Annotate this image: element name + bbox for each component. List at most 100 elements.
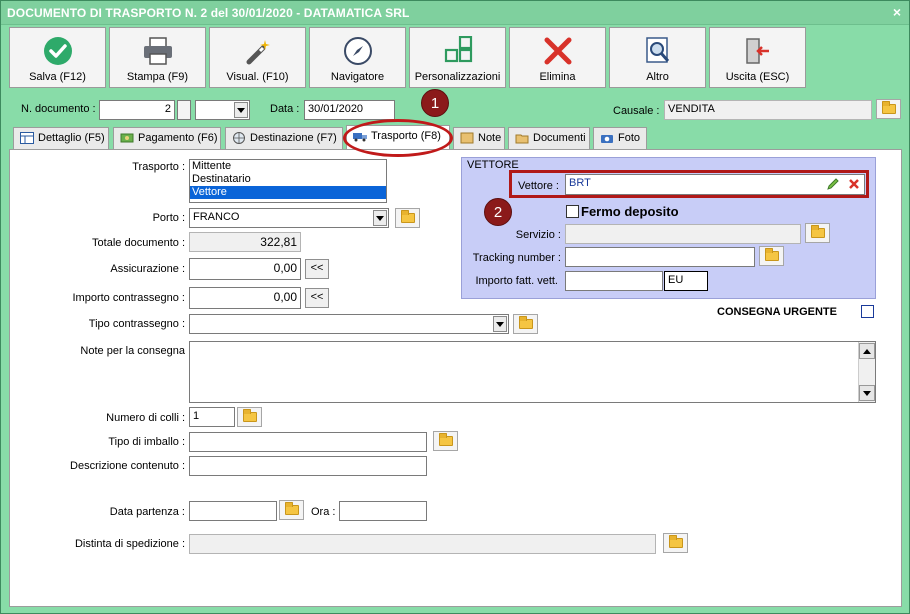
ndoc-series-select[interactable] xyxy=(195,100,250,120)
partenza-calendar-button[interactable] xyxy=(279,500,304,520)
consegna-urgente-checkbox[interactable] xyxy=(861,305,874,318)
ndoc-suffix-field[interactable] xyxy=(177,100,191,120)
imballo-field[interactable] xyxy=(189,432,427,452)
causale-browse-button[interactable] xyxy=(876,99,901,119)
grid-squares-icon xyxy=(444,36,472,63)
printer-icon xyxy=(143,37,172,65)
fermo-deposito-checkbox[interactable] xyxy=(566,205,579,218)
customize-button[interactable]: Personalizzazioni xyxy=(409,27,506,88)
contrassegno-back-button[interactable]: << xyxy=(305,288,329,308)
currency-field[interactable]: EU xyxy=(664,271,708,291)
scroll-up-icon[interactable] xyxy=(859,343,875,359)
check-circle-icon xyxy=(43,37,72,65)
servizio-field[interactable] xyxy=(565,224,801,244)
tab-destinazione-label: Destinazione (F7) xyxy=(250,132,337,144)
folder-icon xyxy=(242,409,257,422)
delete-label: Elimina xyxy=(539,71,576,83)
tracking-browse-button[interactable] xyxy=(759,246,784,266)
tab-note-label: Note xyxy=(478,132,502,144)
trasporto-listbox[interactable]: Mittente Destinatario Vettore xyxy=(189,159,387,203)
list-item-selected[interactable]: Vettore xyxy=(190,186,386,199)
fermo-deposito-label: Fermo deposito xyxy=(581,204,679,219)
annotation-badge-1: 1 xyxy=(421,89,449,117)
partenza-label: Data partenza : xyxy=(109,506,185,518)
globe-icon xyxy=(233,132,245,144)
servizio-browse-button[interactable] xyxy=(805,223,830,243)
delete-button[interactable]: Elimina xyxy=(509,27,606,88)
note-icon xyxy=(460,132,474,144)
partenza-field[interactable] xyxy=(189,501,277,521)
note-label: Note per la consegna xyxy=(80,345,185,357)
app-window: DOCUMENTO DI TRASPORTO N. 2 del 30/01/20… xyxy=(0,0,910,614)
totale-label: Totale documento : xyxy=(92,237,185,249)
imballo-label: Tipo di imballo : xyxy=(108,436,185,448)
tipo-contrassegno-select[interactable] xyxy=(189,314,509,334)
distinta-browse-button[interactable] xyxy=(663,533,688,553)
save-label: Salva (F12) xyxy=(29,71,86,83)
tab-destinazione[interactable]: Destinazione (F7) xyxy=(225,127,343,149)
date-field[interactable]: 30/01/2020 xyxy=(304,100,395,120)
annotation-badge-2: 2 xyxy=(484,198,512,226)
more-button[interactable]: Altro xyxy=(609,27,706,88)
distinta-label: Distinta di spedizione : xyxy=(74,538,185,550)
assicurazione-label: Assicurazione : xyxy=(110,263,185,275)
folder-icon xyxy=(284,502,299,515)
tipo-contrassegno-browse-button[interactable] xyxy=(513,314,538,334)
folder-icon xyxy=(518,316,533,329)
tab-note[interactable]: Note xyxy=(453,127,505,149)
tab-foto[interactable]: Foto xyxy=(593,127,647,149)
exit-button[interactable]: Uscita (ESC) xyxy=(709,27,806,88)
ndoc-label: N. documento : xyxy=(21,103,96,115)
importo-fatt-field[interactable] xyxy=(565,271,663,291)
distinta-field[interactable] xyxy=(189,534,656,554)
folder-icon xyxy=(764,248,779,261)
servizio-label: Servizio : xyxy=(515,229,561,241)
imballo-browse-button[interactable] xyxy=(433,431,458,451)
tab-dettaglio[interactable]: Dettaglio (F5) xyxy=(13,127,109,149)
note-scrollbar[interactable] xyxy=(858,342,875,402)
list-item[interactable]: Destinatario xyxy=(190,173,386,186)
more-label: Altro xyxy=(646,71,669,83)
tab-pagamento-label: Pagamento (F6) xyxy=(138,132,218,144)
trasporto-label: Trasporto : xyxy=(132,161,185,173)
navigator-button[interactable]: Navigatore xyxy=(309,27,406,88)
assicurazione-back-button[interactable]: << xyxy=(305,259,329,279)
list-item[interactable]: Mittente xyxy=(190,160,386,173)
colli-browse-button[interactable] xyxy=(237,407,262,427)
tab-pagamento[interactable]: Pagamento (F6) xyxy=(113,127,221,149)
causale-label: Causale : xyxy=(613,105,660,117)
porto-select[interactable]: FRANCO xyxy=(189,208,389,228)
folder-icon xyxy=(400,210,415,223)
contrassegno-field[interactable]: 0,00 xyxy=(189,287,301,309)
annotation-box xyxy=(509,170,869,198)
note-textarea[interactable] xyxy=(189,341,876,403)
tracking-field[interactable] xyxy=(565,247,755,267)
print-button[interactable]: Stampa (F9) xyxy=(109,27,206,88)
assicurazione-field[interactable]: 0,00 xyxy=(189,258,301,280)
red-x-icon xyxy=(544,37,571,65)
close-icon[interactable]: × xyxy=(893,4,901,20)
scroll-down-icon[interactable] xyxy=(859,385,875,401)
contrassegno-label: Importo contrassegno : xyxy=(72,292,185,304)
folder-icon xyxy=(810,225,825,238)
totale-field: 322,81 xyxy=(189,232,301,252)
tab-foto-label: Foto xyxy=(618,132,641,144)
porto-browse-button[interactable] xyxy=(395,208,420,228)
folder-icon xyxy=(668,535,683,548)
colli-field[interactable]: 1 xyxy=(189,407,235,427)
preview-button[interactable]: Visual. (F10) xyxy=(209,27,306,88)
folder-icon xyxy=(438,433,453,446)
ora-label: Ora : xyxy=(311,506,336,518)
causale-field[interactable]: VENDITA xyxy=(664,100,872,120)
exit-door-icon xyxy=(745,38,769,64)
print-label: Stampa (F9) xyxy=(126,71,189,83)
ndoc-field[interactable]: 2 xyxy=(99,100,175,120)
tipo-contrassegno-label: Tipo contrassegno : xyxy=(88,318,185,330)
save-button[interactable]: Salva (F12) xyxy=(9,27,106,88)
tab-documenti[interactable]: Documenti xyxy=(508,127,590,149)
ora-field[interactable] xyxy=(339,501,427,521)
tab-dettaglio-label: Dettaglio (F5) xyxy=(38,132,105,144)
title-bar: DOCUMENTO DI TRASPORTO N. 2 del 30/01/20… xyxy=(1,1,909,25)
descrizione-field[interactable] xyxy=(189,456,427,476)
annotation-ellipse xyxy=(343,119,453,157)
